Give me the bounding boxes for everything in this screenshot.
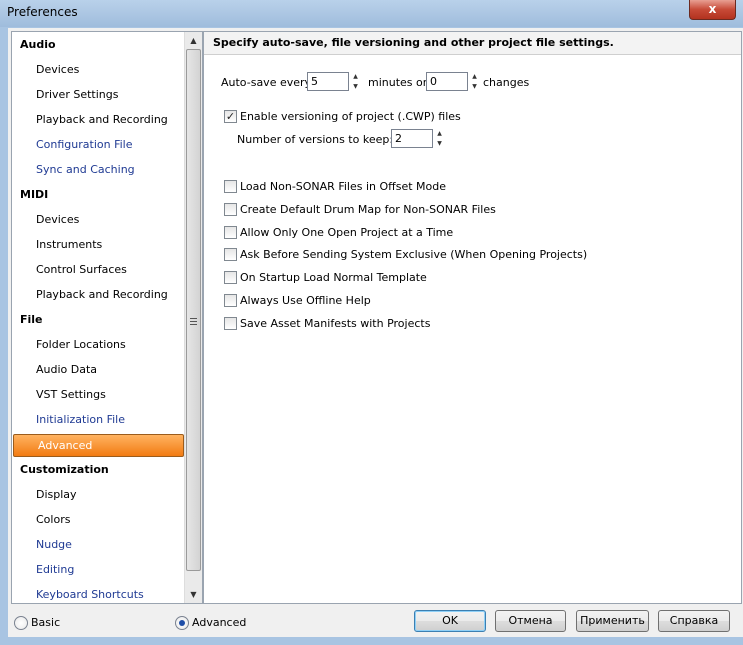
radio-selected-icon bbox=[179, 620, 185, 626]
spin-up-icon[interactable]: ▲ bbox=[435, 129, 444, 138]
tree-item[interactable]: Instruments bbox=[12, 232, 184, 257]
advanced-radio[interactable] bbox=[175, 616, 189, 630]
autosave-label: Auto-save every bbox=[221, 76, 312, 89]
ok-button[interactable]: OK bbox=[414, 610, 486, 632]
versions-keep-spinner[interactable]: ▲ ▼ bbox=[435, 129, 444, 148]
scroll-down-arrow-icon[interactable]: ▼ bbox=[185, 586, 202, 603]
option-checkbox[interactable] bbox=[224, 248, 237, 262]
changes-label: changes bbox=[483, 76, 530, 89]
versions-keep-label: Number of versions to keep: bbox=[237, 133, 394, 146]
option-checkbox[interactable] bbox=[224, 180, 237, 193]
window-title: Preferences bbox=[7, 5, 78, 19]
cancel-button[interactable]: Отмена bbox=[495, 610, 566, 632]
option-label: Ask Before Sending System Exclusive (Whe… bbox=[240, 248, 588, 262]
autosave-minutes-input[interactable]: 5 bbox=[307, 72, 349, 91]
advanced-label: Advanced bbox=[192, 616, 247, 629]
spin-up-icon[interactable]: ▲ bbox=[351, 72, 360, 81]
option-label: Allow Only One Open Project at a Time bbox=[240, 225, 454, 239]
tree-item[interactable]: Audio Data bbox=[12, 357, 184, 382]
option-label: Create Default Drum Map for Non-SONAR Fi… bbox=[240, 202, 496, 216]
spin-down-icon[interactable]: ▼ bbox=[470, 82, 479, 91]
tree-item[interactable]: Configuration File bbox=[12, 132, 184, 157]
tree-item[interactable]: Control Surfaces bbox=[12, 257, 184, 282]
spin-down-icon[interactable]: ▼ bbox=[435, 139, 444, 148]
basic-radio[interactable] bbox=[14, 616, 28, 630]
close-button[interactable]: x bbox=[689, 0, 736, 20]
tree-category[interactable]: File bbox=[12, 307, 184, 332]
option-checkbox[interactable] bbox=[224, 316, 237, 330]
tree-scrollbar[interactable]: ▲ ▼ bbox=[184, 32, 202, 603]
settings-panel: Specify auto-save, file versioning and o… bbox=[203, 31, 742, 604]
tree-item[interactable]: Driver Settings bbox=[12, 82, 184, 107]
autosave-changes-input[interactable]: 0 bbox=[426, 72, 468, 91]
versioning-checkbox[interactable]: ✓ bbox=[224, 110, 237, 123]
tree-item[interactable]: Playback and Recording bbox=[12, 107, 184, 132]
tree-item[interactable]: Colors bbox=[12, 507, 184, 532]
autosave-minutes-spinner[interactable]: ▲ ▼ bbox=[351, 72, 360, 91]
preferences-window: Preferences x Audio Devices Driver Setting… bbox=[0, 0, 743, 645]
scroll-grip-icon bbox=[190, 318, 197, 326]
option-checkbox[interactable] bbox=[224, 225, 237, 239]
dialog-client: Audio Devices Driver Settings Playback and … bbox=[8, 28, 743, 637]
option-checkbox[interactable] bbox=[224, 294, 237, 307]
tree-category[interactable]: Customization bbox=[12, 457, 184, 482]
spin-up-icon[interactable]: ▲ bbox=[470, 72, 479, 81]
title-bar[interactable]: Preferences x bbox=[0, 0, 743, 27]
help-button[interactable]: Справка bbox=[658, 610, 730, 632]
option-label: Always Use Offline Help bbox=[240, 294, 371, 307]
tree-item[interactable]: Sync and Caching bbox=[12, 157, 184, 182]
tree-item[interactable]: Initialization File bbox=[12, 407, 184, 432]
versions-keep-input[interactable]: 2 bbox=[391, 129, 433, 148]
tree-item[interactable]: VST Settings bbox=[12, 382, 184, 407]
tree-item[interactable]: Keyboard Shortcuts bbox=[12, 582, 184, 603]
option-label: Save Asset Manifests with Projects bbox=[240, 316, 431, 330]
scroll-up-arrow-icon[interactable]: ▲ bbox=[185, 32, 202, 49]
option-label: On Startup Load Normal Template bbox=[240, 271, 427, 285]
versioning-label: Enable versioning of project (.CWP) file… bbox=[240, 110, 461, 123]
panel-header: Specify auto-save, file versioning and o… bbox=[204, 32, 741, 55]
autosave-changes-spinner[interactable]: ▲ ▼ bbox=[470, 72, 479, 91]
option-checkbox[interactable] bbox=[224, 271, 237, 285]
scroll-thumb[interactable] bbox=[186, 49, 201, 571]
tree-item[interactable]: Advanced bbox=[13, 434, 184, 457]
tree-item[interactable]: Nudge bbox=[12, 532, 184, 557]
apply-button[interactable]: Применить bbox=[576, 610, 649, 632]
tree-item[interactable]: Display bbox=[12, 482, 184, 507]
minutes-or-label: minutes or bbox=[368, 76, 428, 89]
tree-item[interactable]: Editing bbox=[12, 557, 184, 582]
basic-label: Basic bbox=[31, 616, 61, 629]
close-icon: x bbox=[708, 2, 717, 16]
tree-item[interactable]: Devices bbox=[12, 207, 184, 232]
category-tree: Audio Devices Driver Settings Playback and … bbox=[11, 31, 203, 604]
option-checkbox[interactable] bbox=[224, 202, 237, 216]
tree-item[interactable]: Folder Locations bbox=[12, 332, 184, 357]
tree-category[interactable]: Audio bbox=[12, 32, 184, 57]
tree-category[interactable]: MIDI bbox=[12, 182, 184, 207]
tree-item[interactable]: Playback and Recording bbox=[12, 282, 184, 307]
spin-down-icon[interactable]: ▼ bbox=[351, 82, 360, 91]
option-label: Load Non-SONAR Files in Offset Mode bbox=[240, 180, 446, 193]
tree-item[interactable]: Devices bbox=[12, 57, 184, 82]
